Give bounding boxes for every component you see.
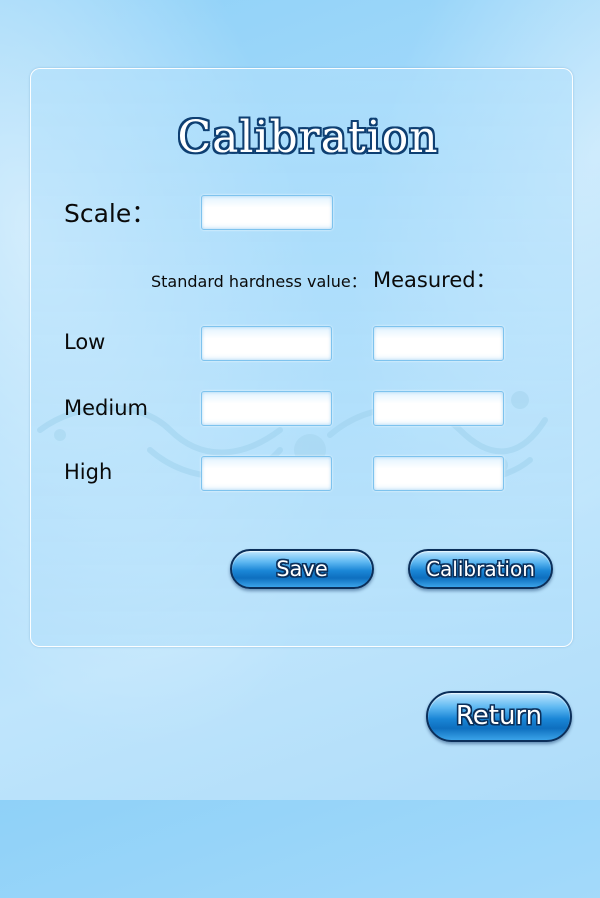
medium-standard-input[interactable] <box>201 391 332 426</box>
save-button[interactable]: Save <box>230 549 374 589</box>
medium-label: Medium <box>64 396 148 420</box>
return-button[interactable]: Return <box>426 691 572 742</box>
low-label: Low <box>64 330 106 354</box>
page-title: Calibration <box>177 112 439 163</box>
high-measured-input[interactable] <box>373 456 504 491</box>
low-standard-input[interactable] <box>201 326 332 361</box>
standard-hardness-value-label: Standard hardness value： <box>151 272 367 291</box>
low-measured-input[interactable] <box>373 326 504 361</box>
scale-input[interactable] <box>201 195 333 230</box>
high-label: High <box>64 460 113 484</box>
high-standard-input[interactable] <box>201 456 332 491</box>
calibration-button[interactable]: Calibration <box>408 549 553 589</box>
scale-label: Scale： <box>64 199 157 228</box>
medium-measured-input[interactable] <box>373 391 504 426</box>
measured-label: Measured： <box>373 268 497 292</box>
